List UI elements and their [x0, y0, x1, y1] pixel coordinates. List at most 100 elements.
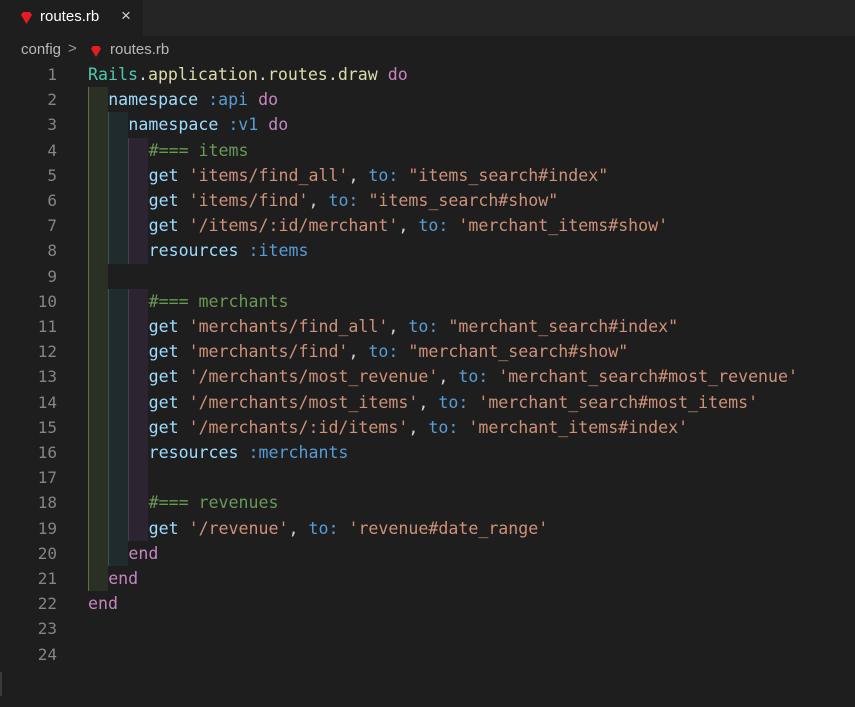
line-number: 23 — [37, 619, 57, 639]
indent-guide — [108, 414, 128, 440]
code-token: , — [408, 417, 429, 437]
code-line[interactable]: 9 — [0, 263, 855, 289]
code-token: :v1 — [228, 115, 259, 135]
code-line[interactable]: 3 namespace :v1 do — [0, 112, 855, 138]
code-line[interactable]: 12 get 'merchants/find', to: "merchant_se… — [0, 339, 855, 365]
indent-guide — [108, 288, 128, 314]
code-line[interactable]: 24 — [0, 642, 855, 667]
code-line[interactable]: 13 get '/merchants/most_revenue', to: 'me… — [0, 364, 855, 390]
code-line[interactable]: 5 get 'items/find_all', to: "items_search… — [0, 162, 855, 188]
code-line[interactable]: 4 #=== items — [0, 137, 855, 163]
code-line[interactable]: 19 get '/revenue', to: 'revenue#date_rang… — [0, 515, 855, 541]
line-number: 8 — [47, 241, 57, 261]
code-token: , — [308, 191, 329, 210]
code-token: to: — [438, 392, 469, 412]
indent-guide — [88, 364, 108, 390]
code-token: , — [418, 392, 439, 412]
indent-guide — [128, 339, 148, 365]
code-text: end — [88, 591, 118, 616]
code-line[interactable]: 16 resources :merchants — [0, 440, 855, 466]
code-token: do — [268, 115, 289, 135]
indent-guide — [128, 440, 148, 466]
indent-guide — [108, 188, 128, 214]
line-number: 11 — [37, 317, 57, 336]
breadcrumb-folder[interactable]: config — [21, 41, 61, 59]
code-token: resources — [148, 443, 239, 462]
indent-guide — [108, 540, 128, 566]
code-line[interactable]: 23 — [0, 616, 855, 641]
tab-routes-rb[interactable]: routes.rb × — [0, 0, 143, 36]
code-token: to: — [368, 165, 399, 185]
code-token: , — [288, 518, 309, 538]
indent-guide — [108, 364, 128, 390]
code-line[interactable]: 1 Rails.application.routes.draw do — [0, 62, 855, 87]
indent-guide — [108, 213, 128, 239]
line-number: 16 — [37, 443, 57, 462]
code-line[interactable]: 11 get 'merchants/find_all', to: "merchan… — [0, 314, 855, 340]
line-number: 14 — [37, 392, 57, 412]
code-token: end — [88, 594, 118, 614]
line-number: 7 — [47, 216, 57, 236]
code-token: 'merchants/find' — [188, 342, 349, 362]
code-line[interactable]: 15 get '/merchants/:id/items', to: 'merch… — [0, 414, 855, 440]
indent-guide — [88, 314, 108, 340]
indent-guide — [88, 112, 108, 138]
code-line[interactable]: 2 namespace :api do — [0, 87, 855, 113]
code-line[interactable]: 7 get '/items/:id/merchant', to: 'merchan… — [0, 213, 855, 239]
code-token: , — [348, 342, 369, 362]
line-number: 24 — [37, 644, 57, 664]
indent-guide — [88, 87, 108, 113]
code-line[interactable]: 8 resources :items — [0, 238, 855, 264]
code-text: get '/items/:id/merchant', to: 'merchant… — [149, 213, 669, 238]
code-text: resources :items — [149, 238, 309, 263]
code-editor[interactable]: 1 Rails.application.routes.draw do 2 namesp… — [0, 62, 855, 707]
indent-guide — [128, 389, 148, 415]
code-line[interactable]: 21 end — [0, 566, 855, 592]
tab-bar: routes.rb × — [0, 0, 855, 36]
line-number: 4 — [47, 140, 57, 160]
code-text: namespace :api do — [108, 87, 278, 112]
code-token: end — [108, 569, 139, 588]
code-line[interactable]: 18 #=== revenues — [0, 490, 855, 516]
code-line[interactable]: 6 get 'items/find', to: "items_search#sho… — [0, 188, 855, 214]
indent-guide — [108, 137, 128, 163]
code-token: to: — [328, 191, 359, 210]
indent-guide — [88, 515, 108, 541]
line-number: 2 — [47, 90, 57, 110]
breadcrumb-file[interactable]: routes.rb — [110, 41, 169, 59]
code-text: get '/merchants/:id/items', to: 'merchan… — [149, 415, 689, 440]
indent-guide — [108, 339, 128, 365]
code-token: to: — [418, 216, 449, 236]
code-token: get — [148, 392, 179, 412]
code-token: draw — [337, 65, 378, 84]
code-line[interactable]: 20 end — [0, 540, 855, 566]
code-token: , — [388, 317, 409, 336]
code-line[interactable]: 22 end — [0, 591, 855, 616]
code-token: get — [148, 317, 179, 336]
indent-guide — [128, 490, 148, 516]
chevron-right-icon: > — [68, 40, 77, 57]
line-number: 13 — [37, 367, 57, 387]
code-token: namespace — [128, 115, 219, 135]
code-token: to: — [428, 417, 459, 437]
code-token: to: — [408, 317, 439, 336]
code-line[interactable]: 14 get '/merchants/most_items', to: 'merc… — [0, 389, 855, 415]
code-line[interactable]: 17 — [0, 465, 855, 491]
close-icon[interactable]: × — [117, 7, 135, 25]
line-number: 22 — [37, 594, 57, 614]
code-token: 'merchants/find_all' — [188, 317, 389, 336]
code-text: resources :merchants — [149, 440, 349, 465]
scrollbar-track[interactable] — [0, 672, 2, 696]
code-token: "items_search#show" — [368, 191, 559, 210]
line-number: 1 — [47, 65, 57, 84]
code-line[interactable]: 10 #=== merchants — [0, 288, 855, 314]
